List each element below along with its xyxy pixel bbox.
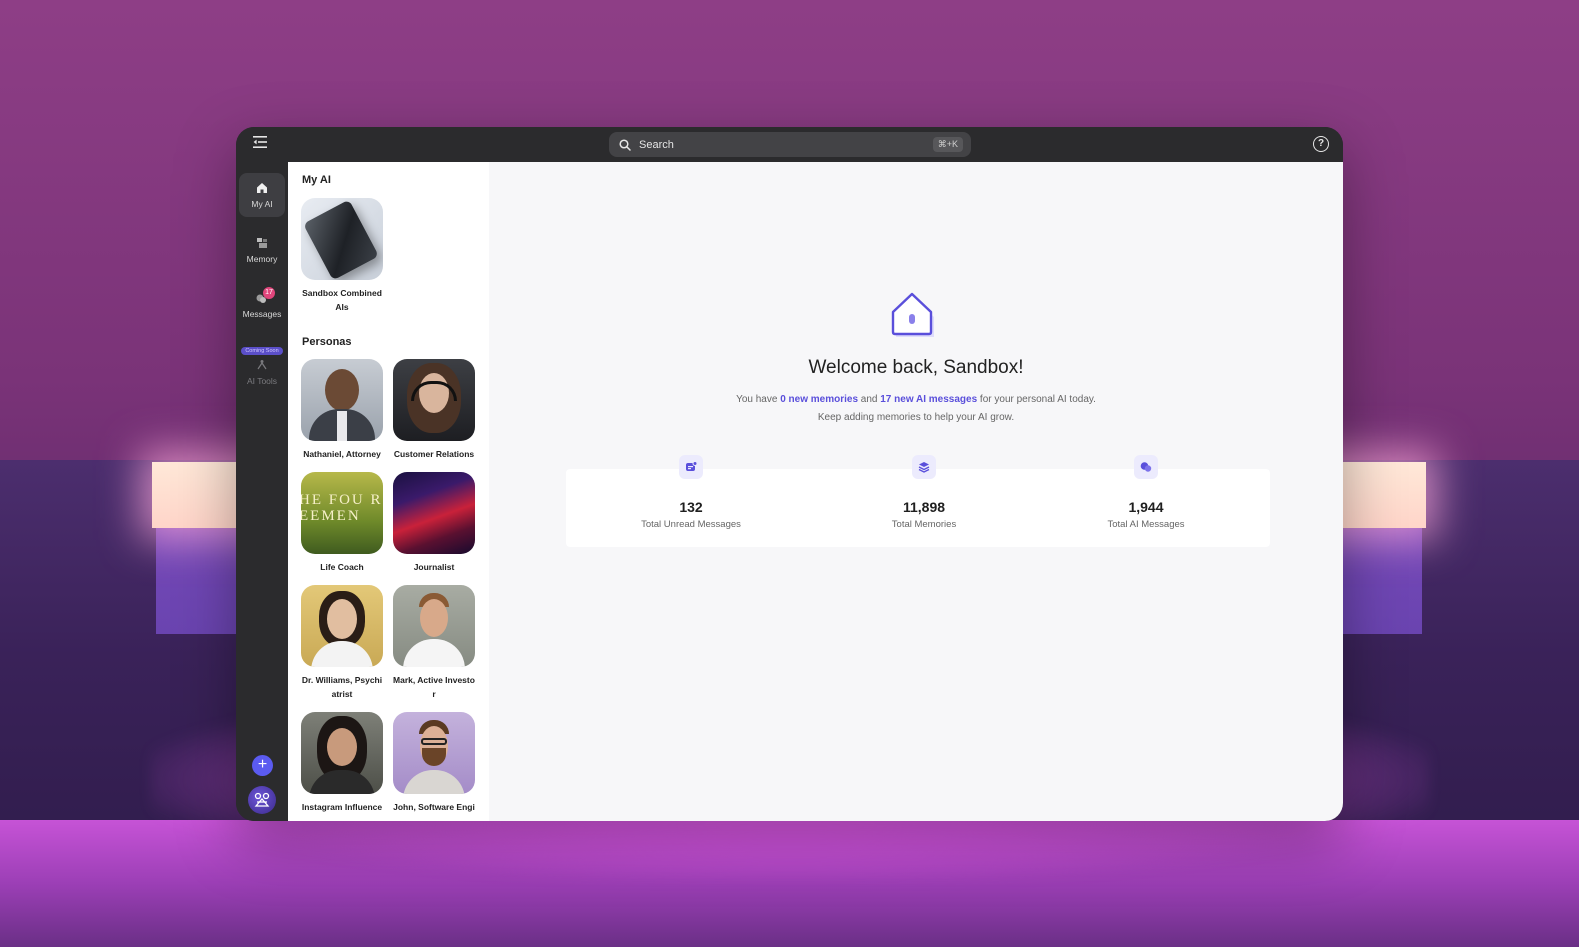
top-bar: Search ⌘+K ?: [236, 127, 1343, 162]
card-name: Dr. Williams, Psychiatrist: [301, 675, 383, 699]
help-icon: ?: [1317, 138, 1325, 149]
abstract-image: [393, 472, 475, 554]
book-cover-image: HE FOU REEMEN: [301, 472, 383, 554]
rail-item-messages[interactable]: 17 Messages: [239, 283, 285, 327]
persona-portrait: [393, 585, 475, 667]
stat-label: Total AI Messages: [1107, 519, 1185, 530]
persona-card-dr-williams[interactable]: Dr. Williams, Psychiatrist: [301, 585, 383, 701]
sidebar-toggle-button[interactable]: [250, 135, 270, 153]
memory-icon: [255, 236, 269, 250]
chat-bubbles-icon: [1134, 455, 1158, 479]
persona-card-life-coach[interactable]: HE FOU REEMEN Life Coach: [301, 472, 383, 574]
search-placeholder: Search: [639, 138, 674, 151]
stat-value: 1,944: [1128, 499, 1164, 515]
rail-item-label: AI Tools: [246, 375, 278, 386]
card-name: John, Software Engi: [393, 802, 475, 812]
my-ai-heading: My AI: [302, 174, 331, 186]
messages-icon: 17: [255, 287, 275, 305]
personas-heading: Personas: [302, 336, 352, 348]
encouragement-line: Keep adding memories to help your AI gro…: [817, 412, 1015, 423]
rail-item-label: Messages: [242, 309, 282, 319]
main-content: Welcome back, Sandbox! You have 0 new me…: [489, 162, 1343, 821]
stat-total-memories: 11,898 Total Memories: [824, 455, 1024, 530]
stats-card: 132 Total Unread Messages 11,898 Total M…: [566, 455, 1270, 547]
stat-label: Total Unread Messages: [641, 519, 741, 530]
add-button[interactable]: +: [252, 755, 273, 776]
rail-item-label: Memory: [246, 254, 278, 264]
persona-card-john[interactable]: John, Software Engi: [393, 712, 475, 814]
summary-suffix: for your personal AI today.: [977, 394, 1096, 405]
unread-messages-icon: [679, 455, 703, 479]
book-cover-text: HE FOU REEMEN: [301, 492, 383, 524]
stat-total-ai-messages: 1,944 Total AI Messages: [1046, 455, 1246, 530]
search-shortcut: ⌘+K: [932, 137, 963, 152]
stat-value: 11,898: [902, 499, 946, 515]
persona-card-nathaniel[interactable]: Nathaniel, Attorney: [301, 359, 383, 461]
welcome-heading: Welcome back, Sandbox!: [808, 357, 1024, 378]
plus-icon: +: [257, 756, 268, 773]
summary-prefix: You have: [736, 394, 781, 405]
persona-portrait: [301, 712, 383, 794]
card-name: Nathaniel, Attorney: [303, 449, 381, 459]
persona-portrait: [393, 359, 475, 441]
ai-tools-icon: [255, 358, 269, 372]
left-rail: My AI Memory 17 Messages Coming Soon AI …: [236, 162, 288, 821]
app-window: Search ⌘+K ? My AI Memory 17 Messages Co…: [236, 127, 1343, 821]
new-ai-messages-link[interactable]: 17 new AI messages: [880, 394, 977, 405]
home-illustration-icon: [891, 292, 934, 337]
rail-item-my-ai[interactable]: My AI: [239, 173, 285, 217]
user-avatar[interactable]: [248, 786, 276, 814]
persona-portrait: [301, 585, 383, 667]
summary-and: and: [858, 394, 881, 405]
help-button[interactable]: ?: [1313, 136, 1329, 152]
card-name: Customer Relations: [393, 449, 475, 459]
persona-card-mark[interactable]: Mark, Active Investor: [393, 585, 475, 701]
search-icon: [617, 137, 633, 153]
stat-unread-messages: 132 Total Unread Messages: [591, 455, 791, 530]
stat-value: 132: [679, 499, 703, 515]
layers-icon: [912, 455, 936, 479]
search-bar[interactable]: Search ⌘+K: [609, 132, 971, 157]
messages-badge: 17: [263, 287, 275, 299]
persona-portrait: [301, 359, 383, 441]
collapse-menu-icon: [253, 136, 267, 148]
welcome-subtext: You have 0 new memories and 17 new AI me…: [489, 391, 1343, 427]
rail-item-ai-tools[interactable]: Coming Soon AI Tools: [239, 338, 285, 394]
persona-card-instagram-influencer[interactable]: Instagram Influence: [301, 712, 383, 814]
persona-card-customer-relations[interactable]: Customer Relations: [393, 359, 475, 461]
persona-portrait: [393, 712, 475, 794]
persona-card-journalist[interactable]: Journalist: [393, 472, 475, 574]
sandbox-thumbnail: [301, 198, 383, 280]
my-ai-card-sandbox[interactable]: Sandbox Combined AIs: [301, 198, 383, 314]
card-name: Sandbox Combined AIs: [302, 288, 382, 312]
card-name: Journalist: [413, 562, 455, 572]
summary-line: You have 0 new memories and 17 new AI me…: [489, 391, 1343, 409]
card-name: Instagram Influence: [301, 802, 383, 812]
coming-soon-pill: Coming Soon: [241, 346, 283, 355]
new-memories-link[interactable]: 0 new memories: [780, 394, 858, 405]
home-icon: [255, 181, 269, 195]
stat-label: Total Memories: [891, 519, 957, 530]
avatar-logo-icon: [254, 792, 270, 807]
rail-item-label: My AI: [251, 199, 273, 209]
rail-item-memory[interactable]: Memory: [239, 228, 285, 272]
card-name: Mark, Active Investor: [393, 675, 475, 699]
card-name: Life Coach: [320, 562, 364, 572]
personas-panel: My AI Sandbox Combined AIs Personas Nath…: [288, 162, 489, 821]
